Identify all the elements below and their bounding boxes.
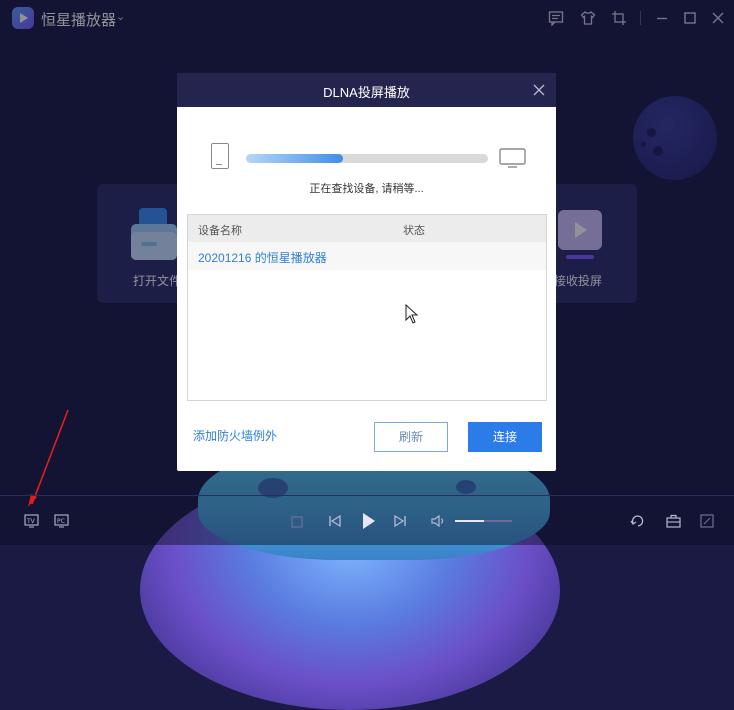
tv-cast-icon[interactable]: TV [24, 514, 39, 533]
volume-icon[interactable] [431, 514, 446, 533]
device-name: 20201216 的恒星播放器 [198, 251, 327, 265]
play-icon[interactable] [361, 512, 377, 535]
next-icon[interactable] [393, 514, 407, 533]
search-progress-fill [246, 154, 343, 163]
dialog-close-icon[interactable] [531, 82, 547, 98]
mouse-cursor-icon [405, 304, 419, 324]
refresh-button[interactable]: 刷新 [374, 422, 448, 452]
column-status: 状态 [403, 225, 425, 237]
volume-slider[interactable] [455, 520, 512, 522]
stop-icon[interactable] [291, 515, 303, 533]
add-firewall-exception-link[interactable]: 添加防火墙例外 [193, 427, 277, 444]
toolbox-icon[interactable] [666, 514, 681, 533]
loop-icon[interactable] [630, 513, 646, 534]
device-table-header: 设备名称 状态 [188, 215, 546, 242]
dialog-title: DLNA投屏播放 [323, 85, 410, 100]
svg-text:PC: PC [57, 518, 65, 525]
dialog-header: DLNA投屏播放 [177, 73, 556, 107]
connect-button[interactable]: 连接 [468, 422, 542, 452]
search-progress-bar [246, 154, 488, 163]
volume-slider-fill [455, 520, 484, 522]
fullscreen-icon[interactable] [700, 514, 714, 533]
column-device-name: 设备名称 [198, 225, 242, 237]
phone-icon [211, 143, 229, 169]
dlna-dialog: DLNA投屏播放 正在查找设备, 请稍等... 设备名称 状态 20201216… [177, 73, 556, 471]
device-row[interactable]: 20201216 的恒星播放器 [188, 242, 546, 270]
svg-text:TV: TV [26, 518, 36, 525]
pc-cast-icon[interactable]: PC [54, 514, 69, 533]
tv-icon [499, 148, 526, 168]
previous-icon[interactable] [328, 514, 342, 533]
searching-status: 正在查找设备, 请稍等... [309, 183, 424, 195]
device-table: 设备名称 状态 20201216 的恒星播放器 [187, 214, 547, 401]
